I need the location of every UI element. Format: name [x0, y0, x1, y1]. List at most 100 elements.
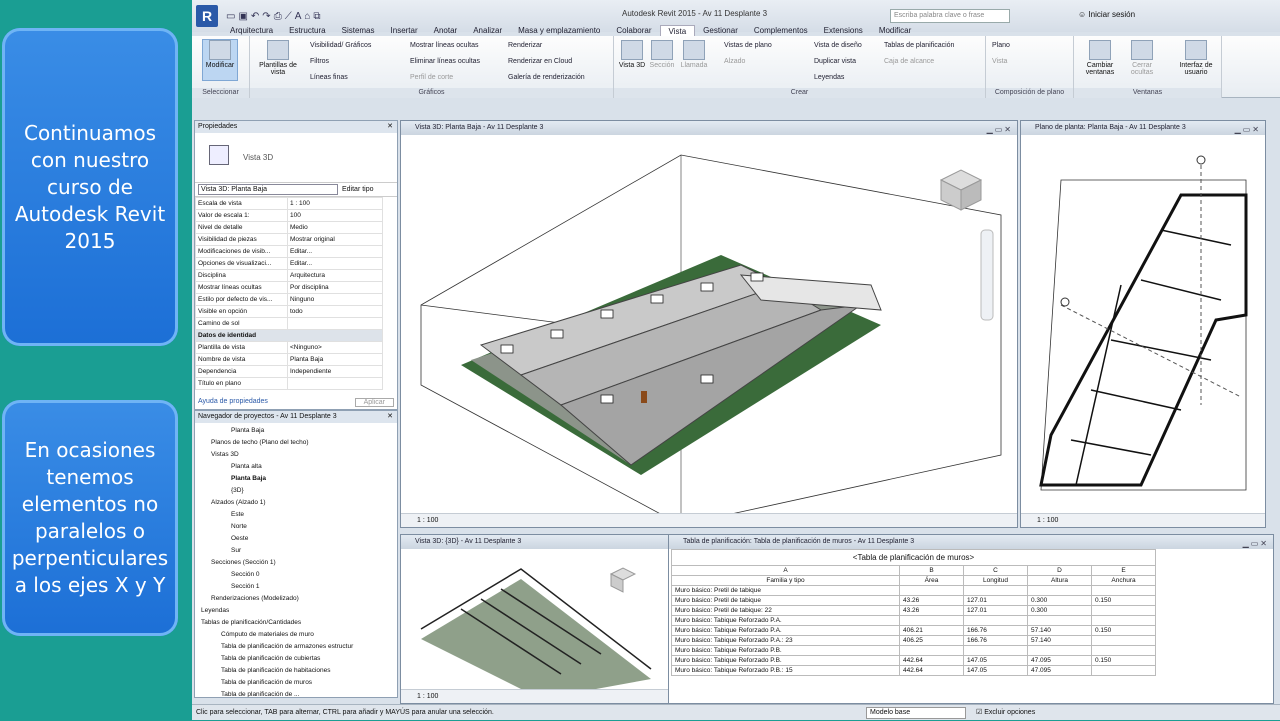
show-hidden-lines-button[interactable]: Mostrar líneas ocultas: [410, 42, 478, 49]
viewcube-icon[interactable]: [609, 567, 637, 593]
viewcube-icon[interactable]: [939, 169, 983, 211]
sheet-button[interactable]: Plano: [992, 42, 1010, 49]
close-icon[interactable]: ✕: [387, 121, 393, 133]
browser-node[interactable]: Secciones (Sección 1): [195, 557, 397, 569]
schedule-view[interactable]: Tabla de planificación: Tabla de planifi…: [668, 534, 1274, 704]
table-row[interactable]: Muro básico: Tabique Reforzado P.A.: 23 4…: [671, 635, 1156, 646]
switch-windows-button[interactable]: Cambiar ventanas: [1080, 40, 1120, 76]
window-buttons[interactable]: ▁▭✕: [1243, 537, 1269, 551]
signin-button[interactable]: ☺ Iniciar sesión: [1078, 10, 1135, 19]
revit-logo-icon[interactable]: R: [196, 5, 218, 27]
callout-button[interactable]: Llamada: [676, 40, 712, 69]
type-selector[interactable]: Vista 3D: [195, 133, 397, 183]
browser-node[interactable]: Planta alta: [195, 461, 397, 473]
browser-node[interactable]: Planos de techo (Plano del techo): [195, 437, 397, 449]
drafting-view-button[interactable]: Vista de diseño: [814, 42, 862, 49]
browser-node[interactable]: Este: [195, 509, 397, 521]
measure-icon[interactable]: ⟋: [285, 11, 292, 22]
browser-node[interactable]: Renderizaciones (Modelizado): [195, 593, 397, 605]
close-icon[interactable]: ✕: [387, 411, 393, 423]
browser-node[interactable]: Planta Baja: [195, 425, 397, 437]
3d-icon[interactable]: ⌂: [304, 11, 310, 22]
view-floor-plan[interactable]: Plano de planta: Planta Baja - Av 11 Des…: [1020, 120, 1266, 528]
property-value[interactable]: Planta Baja: [287, 353, 383, 366]
instance-selector[interactable]: Vista 3D: Planta Baja: [198, 184, 338, 195]
view-templates-button[interactable]: Plantillas de vista: [256, 40, 300, 76]
edit-type-button[interactable]: Editar tipo: [342, 186, 374, 193]
property-value[interactable]: Medio: [287, 221, 383, 234]
browser-node[interactable]: Norte: [195, 521, 397, 533]
render-button[interactable]: Renderizar: [508, 42, 542, 49]
elevation-marker-icon[interactable]: [1196, 155, 1206, 165]
browser-node[interactable]: Tablas de planificación/Cantidades: [195, 617, 397, 629]
navigation-bar[interactable]: [980, 229, 994, 321]
browser-node[interactable]: {3D}: [195, 485, 397, 497]
section-button[interactable]: Sección: [644, 40, 680, 69]
window-buttons[interactable]: ▁▭✕: [987, 123, 1013, 137]
browser-node[interactable]: Leyendas: [195, 605, 397, 617]
view-button[interactable]: Vista: [992, 58, 1007, 65]
table-row[interactable]: Muro básico: Tabique Reforzado P.B. 442.6…: [671, 655, 1156, 666]
scope-box-button[interactable]: Caja de alcance: [884, 58, 934, 65]
apply-button[interactable]: Aplicar: [354, 398, 394, 407]
schedule-header[interactable]: E: [1091, 565, 1156, 576]
browser-node[interactable]: Tabla de planificación de cubiertas: [195, 653, 397, 665]
properties-help-link[interactable]: Ayuda de propiedades: [198, 398, 268, 407]
property-value[interactable]: 100: [287, 209, 383, 222]
schedule-header[interactable]: C: [963, 565, 1028, 576]
remove-hidden-lines-button[interactable]: Eliminar líneas ocultas: [410, 58, 480, 65]
property-value[interactable]: <Ninguno>: [287, 341, 383, 354]
browser-node[interactable]: Sur: [195, 545, 397, 557]
browser-node[interactable]: Tabla de planificación de muros: [195, 677, 397, 689]
table-row[interactable]: Muro básico: Pretil de tabique 43.26 127.0…: [671, 595, 1156, 606]
window-buttons[interactable]: ▁▭✕: [1235, 123, 1261, 137]
close-hidden-button[interactable]: Cerrar ocultas: [1124, 40, 1160, 76]
modify-button[interactable]: Modificar: [202, 39, 238, 81]
duplicate-view-button[interactable]: Duplicar vista: [814, 58, 856, 65]
schedule-header[interactable]: D: [1027, 565, 1092, 576]
render-cloud-button[interactable]: Renderizar en Cloud: [508, 58, 572, 65]
thin-lines-button[interactable]: Líneas finas: [310, 74, 348, 81]
filters-button[interactable]: Filtros: [310, 58, 329, 65]
view-control-bar[interactable]: 1 : 100: [401, 513, 1017, 527]
browser-node[interactable]: Vistas 3D: [195, 449, 397, 461]
search-input[interactable]: Escriba palabra clave o frase: [890, 9, 1010, 23]
property-value[interactable]: 1 : 100: [287, 197, 383, 210]
schedule-header[interactable]: Altura: [1027, 575, 1092, 586]
section-icon[interactable]: ⧉: [313, 11, 320, 22]
view-3d-planta-baja[interactable]: Vista 3D: Planta Baja - Av 11 Desplante …: [400, 120, 1018, 528]
schedules-button[interactable]: Tablas de planificación: [884, 42, 954, 49]
browser-node[interactable]: Sección 0: [195, 569, 397, 581]
property-value[interactable]: Ninguno: [287, 293, 383, 306]
redo-icon[interactable]: ↷: [262, 11, 270, 22]
property-value[interactable]: [287, 317, 383, 330]
visibility-button[interactable]: Visibilidad/ Gráficos: [310, 42, 371, 49]
property-value[interactable]: Mostrar original: [287, 233, 383, 246]
legends-button[interactable]: Leyendas: [814, 74, 844, 81]
elevation-button[interactable]: Alzado: [724, 58, 745, 65]
view-control-bar[interactable]: 1 : 100: [1021, 513, 1265, 527]
browser-node[interactable]: Tabla de planificación de ...: [195, 689, 397, 697]
property-value[interactable]: Por disciplina: [287, 281, 383, 294]
browser-node[interactable]: Alzados (Alzado 1): [195, 497, 397, 509]
property-section[interactable]: Datos de identidad: [195, 329, 383, 342]
property-value[interactable]: Independiente: [287, 365, 383, 378]
property-value[interactable]: Editar...: [287, 257, 383, 270]
schedule-header[interactable]: Familia y tipo: [671, 575, 900, 586]
table-row[interactable]: Muro básico: Tabique Reforzado P.B.: 15 4…: [671, 665, 1156, 676]
user-interface-button[interactable]: Interfaz de usuario: [1174, 40, 1218, 76]
table-row[interactable]: Muro básico: Tabique Reforzado P.B.: [671, 645, 1156, 656]
property-value[interactable]: Editar...: [287, 245, 383, 258]
cut-profile-button[interactable]: Perfil de corte: [410, 74, 453, 81]
browser-node[interactable]: Planta Baja: [195, 473, 397, 485]
print-icon[interactable]: ⎙: [274, 11, 282, 22]
browser-node[interactable]: Tabla de planificación de habitaciones: [195, 665, 397, 677]
browser-node[interactable]: Sección 1: [195, 581, 397, 593]
property-value[interactable]: todo: [287, 305, 383, 318]
schedule-header[interactable]: B: [899, 565, 964, 576]
property-value[interactable]: Arquitectura: [287, 269, 383, 282]
floor-plan-canvas[interactable]: [1021, 135, 1266, 515]
save-icon[interactable]: ▣: [238, 11, 247, 22]
open-icon[interactable]: ▭: [226, 11, 235, 22]
schedule-header[interactable]: Longitud: [963, 575, 1028, 586]
